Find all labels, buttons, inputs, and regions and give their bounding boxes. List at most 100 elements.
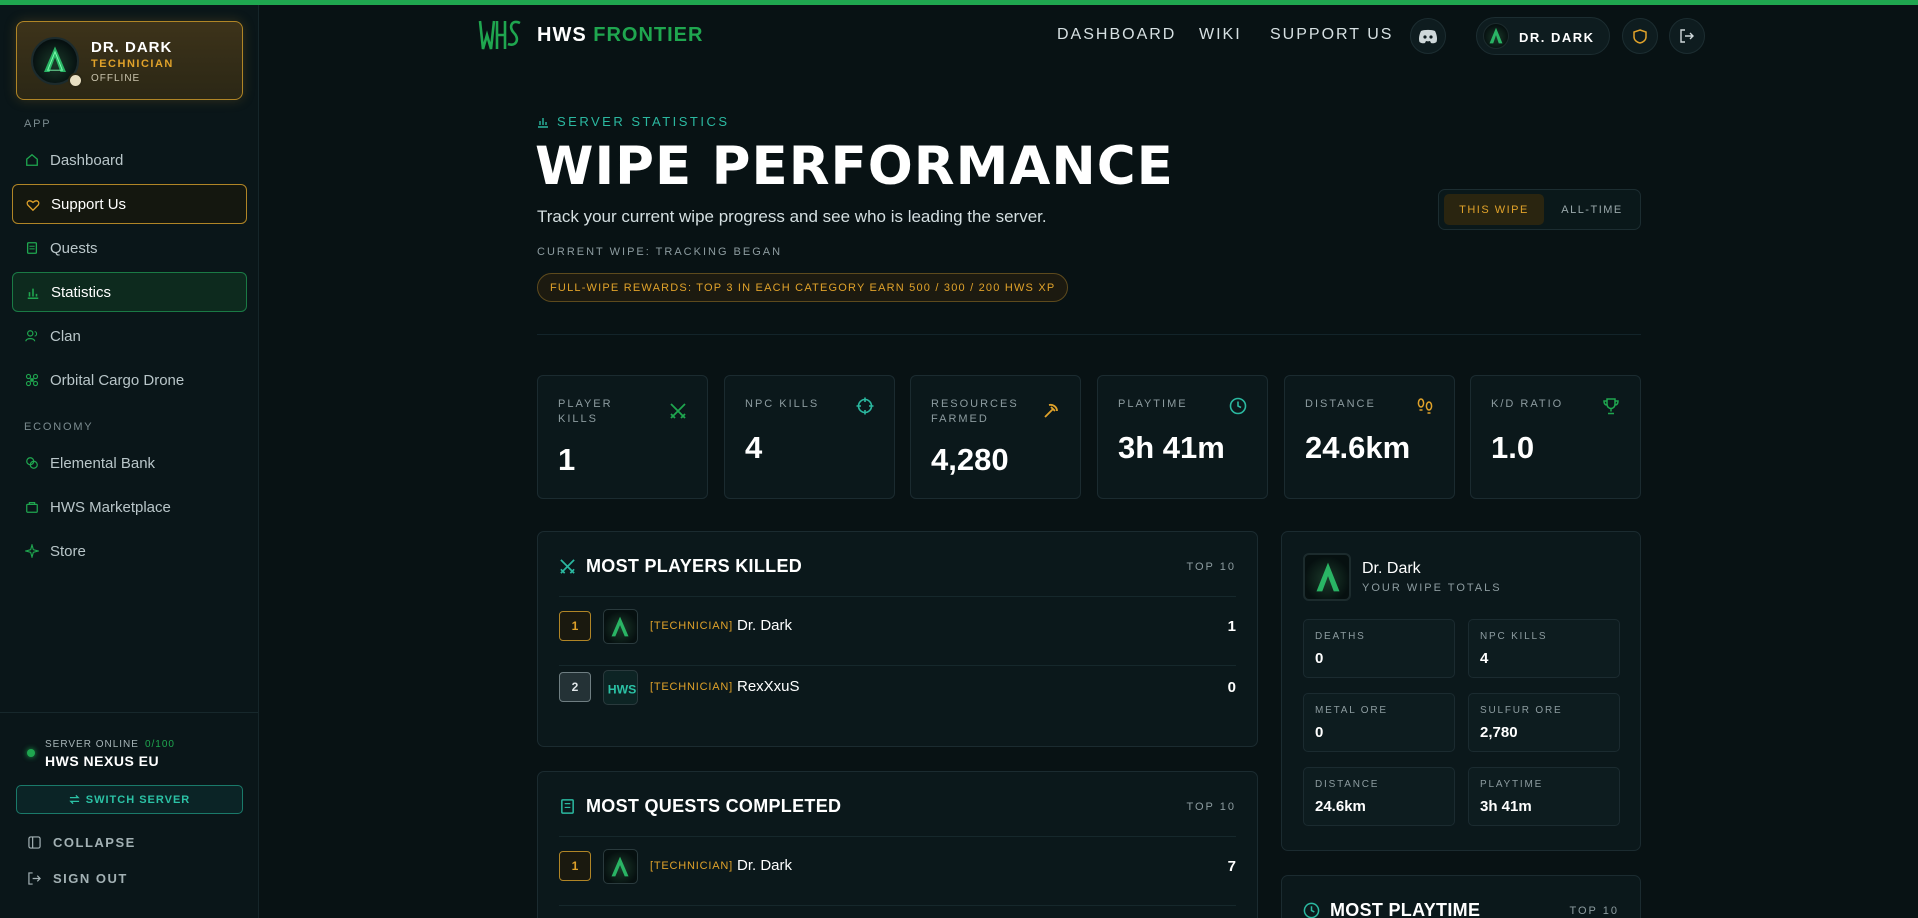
sidebar-item-statistics[interactable]: Statistics (12, 272, 247, 312)
panel-title-label: MOST QUESTS COMPLETED (586, 796, 842, 816)
stat-label: PLAYER KILLS (558, 398, 613, 425)
switch-server-button[interactable]: SWITCH SERVER (16, 785, 243, 814)
nav-link-support-us[interactable]: SUPPORT US (1270, 26, 1393, 44)
stat-card-resources-farmed: RESOURCES FARMED 4,280 (910, 375, 1081, 499)
logo-text[interactable]: HWS FRONTIER (537, 24, 703, 47)
bar-chart-icon (538, 117, 548, 128)
server-status-dot (27, 749, 35, 757)
table-row[interactable]: 1 [TECHNICIAN] Dr. Dark 7 (559, 837, 1236, 897)
total-playtime: PLAYTIME 3h 41m (1468, 767, 1620, 826)
player-value: 7 (1227, 858, 1236, 875)
total-value: 2,780 (1480, 724, 1518, 741)
panel-divider (559, 905, 1236, 906)
sidebar-item-label: HWS Marketplace (50, 498, 171, 516)
bar-chart-icon (27, 288, 39, 300)
stat-label: PLAYTIME (1118, 398, 1188, 410)
sidebar-item-store[interactable]: Store (12, 531, 247, 571)
swords-icon (670, 403, 686, 419)
swords-icon (560, 559, 575, 574)
table-row[interactable]: 1 [TECHNICIAN] Dr. Dark 1 (559, 597, 1236, 657)
total-npc-kills: NPC KILLS 4 (1468, 619, 1620, 678)
sidebar-item-hws-marketplace[interactable]: HWS Marketplace (12, 487, 247, 527)
sidebar-item-label: Clan (50, 327, 81, 345)
sidebar-divider (0, 712, 258, 713)
collapse-button[interactable]: COLLAPSE (28, 835, 136, 850)
sparkle-icon (25, 544, 39, 558)
discord-button[interactable] (1410, 18, 1446, 54)
profile-status: OFFLINE (91, 73, 141, 84)
clock-icon (1303, 902, 1320, 918)
nav-link-dashboard[interactable]: DASHBOARD (1057, 26, 1176, 44)
home-icon (26, 153, 38, 166)
stat-label: K/D RATIO (1491, 398, 1564, 410)
leaderboard-most-playtime: MOST PLAYTIME TOP 10 (1281, 875, 1641, 918)
coins-icon (26, 457, 38, 469)
player-value: 0 (1227, 679, 1236, 696)
top10-badge: TOP 10 (1186, 801, 1236, 813)
user-menu-button[interactable]: DR. DARK (1476, 17, 1610, 55)
logout-button[interactable] (1669, 18, 1705, 54)
header-divider (537, 334, 1641, 335)
stat-card-player-kills: PLAYER KILLS 1 (537, 375, 708, 499)
server-name: HWS NEXUS EU (45, 753, 160, 769)
panel-title-label: MOST PLAYTIME (1330, 900, 1481, 918)
rank-badge: 1 (559, 611, 591, 641)
player-name: Dr. Dark (737, 617, 793, 634)
logo-text-main: HWS (537, 24, 587, 46)
server-player-count: 0/100 (144, 739, 175, 750)
total-label: METAL ORE (1315, 705, 1388, 716)
leaderboard-most-quests-completed: MOST QUESTS COMPLETED TOP 10 1 [TECHNICI… (537, 771, 1258, 918)
toggle-this-wipe[interactable]: THIS WIPE (1444, 194, 1544, 225)
shield-icon (1633, 28, 1647, 44)
top10-badge: TOP 10 (1569, 905, 1619, 917)
total-metal-ore: METAL ORE 0 (1303, 693, 1455, 752)
panel-title: MOST QUESTS COMPLETED (559, 796, 841, 817)
page-title: WIPE PERFORMANCE (535, 136, 1174, 197)
server-status-text: SERVER ONLINE (45, 739, 139, 750)
player-name: Dr. Dark (737, 857, 793, 874)
toggle-all-time[interactable]: ALL-TIME (1547, 194, 1637, 225)
total-label: NPC KILLS (1480, 631, 1548, 642)
logo-icon[interactable] (477, 15, 523, 51)
admin-shield-button[interactable] (1622, 18, 1658, 54)
trophy-icon (1603, 398, 1619, 415)
top10-badge: TOP 10 (1186, 561, 1236, 573)
pickaxe-icon (1044, 403, 1058, 418)
stat-card-kd-ratio: K/D RATIO 1.0 (1470, 375, 1641, 499)
page-subtitle: Track your current wipe progress and see… (537, 207, 1047, 226)
panel-title: MOST PLAYERS KILLED (559, 556, 802, 577)
profile-card[interactable]: DR. DARK TECHNICIAN OFFLINE (16, 21, 243, 100)
sign-out-button[interactable]: SIGN OUT (28, 871, 128, 886)
logout-icon (1680, 29, 1694, 43)
panel-title-label: MOST PLAYERS KILLED (586, 556, 803, 576)
leaderboard-most-players-killed: MOST PLAYERS KILLED TOP 10 1 [TECHNICIAN… (537, 531, 1258, 747)
discord-icon (1419, 29, 1437, 43)
stat-card-npc-kills: NPC KILLS 4 (724, 375, 895, 499)
player-tag: [TECHNICIAN] (650, 681, 733, 693)
sidebar-item-dashboard[interactable]: Dashboard (12, 140, 247, 180)
stat-label: RESOURCES FARMED (931, 398, 1019, 425)
stat-card-distance: DISTANCE 24.6km (1284, 375, 1455, 499)
sidebar-item-support-us[interactable]: Support Us (12, 184, 247, 224)
total-label: PLAYTIME (1480, 779, 1544, 790)
rewards-badge: FULL-WIPE REWARDS: TOP 3 IN EACH CATEGOR… (537, 273, 1069, 302)
sidebar-item-orbital-cargo-drone[interactable]: Orbital Cargo Drone (12, 360, 247, 400)
sidebar-item-label: Support Us (51, 195, 127, 213)
sidebar-item-elemental-bank[interactable]: Elemental Bank (12, 443, 247, 483)
profile-name: DR. DARK (91, 39, 173, 56)
avatar (1303, 553, 1351, 601)
nav-link-wiki[interactable]: WIKI (1199, 26, 1242, 44)
total-label: DEATHS (1315, 631, 1366, 642)
collapse-label: COLLAPSE (53, 835, 136, 850)
stat-value: 4 (745, 430, 763, 465)
total-deaths: DEATHS 0 (1303, 619, 1455, 678)
sidebar-item-clan[interactable]: Clan (12, 316, 247, 356)
stat-label: NPC KILLS (745, 398, 820, 410)
totals-player-name: Dr. Dark (1362, 560, 1421, 577)
sidebar-item-quests[interactable]: Quests (12, 228, 247, 268)
avatar (1483, 23, 1509, 49)
table-row[interactable]: 2 HWS [TECHNICIAN] RexXxuS 0 (559, 658, 1236, 718)
scroll-icon (561, 799, 574, 814)
avatar (603, 609, 638, 644)
logo-text-accent: FRONTIER (593, 24, 704, 46)
